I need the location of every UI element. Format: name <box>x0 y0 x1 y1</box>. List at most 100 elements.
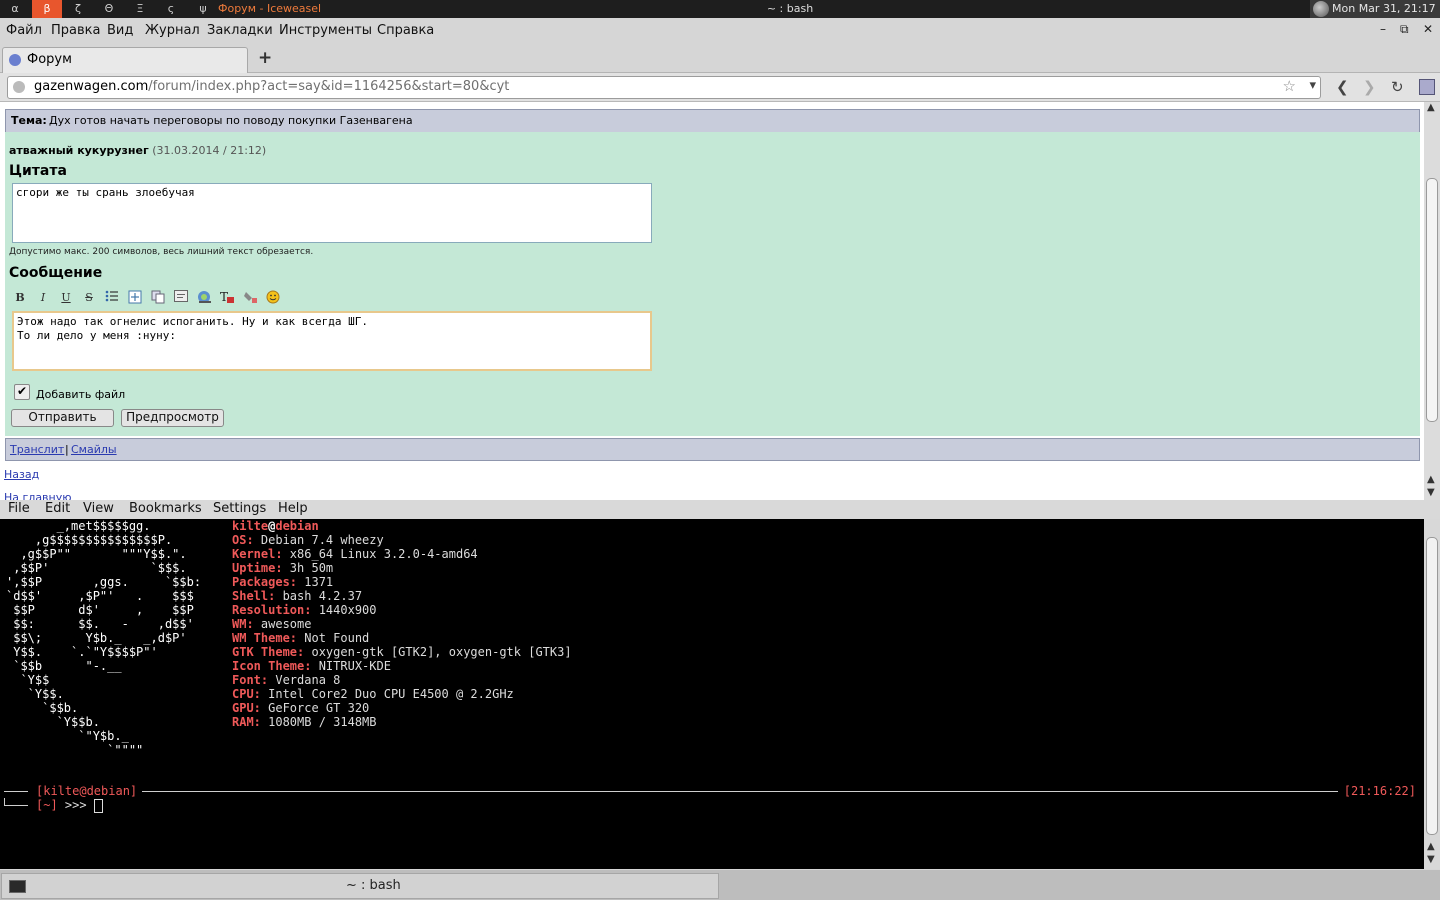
konsole-menu-settings[interactable]: Settings <box>213 501 266 516</box>
info-row: Shell: bash 4.2.37 <box>232 589 572 603</box>
editor-toolbar: B I U S T <box>12 290 292 306</box>
page-content: Тема: Дух готов начать переговоры по пов… <box>0 102 1424 500</box>
quote-textarea[interactable]: сгори же ты срань злоебучая <box>12 183 652 243</box>
italic-button[interactable]: I <box>35 290 51 306</box>
menu-tools[interactable]: Инструменты <box>279 23 372 38</box>
wm-tag-7[interactable]: ψ <box>188 0 218 18</box>
info-key: Uptime: <box>232 561 283 575</box>
wm-tag-5[interactable]: Ξ <box>125 0 155 18</box>
wm-tag-2[interactable]: β <box>32 0 62 18</box>
url-bar[interactable]: gazenwagen.com/forum/index.php?act=say&i… <box>7 76 1321 99</box>
preview-button[interactable]: Предпросмотр <box>121 409 224 427</box>
info-value: Verdana 8 <box>268 673 341 687</box>
smiley-icon[interactable] <box>265 290 281 306</box>
list-icon[interactable] <box>104 290 120 306</box>
scroll-thumb[interactable] <box>1426 178 1438 422</box>
info-value: oxygen-gtk [GTK2], oxygen-gtk [GTK3] <box>304 645 572 659</box>
info-row: GPU: GeForce GT 320 <box>232 701 572 715</box>
info-key: Icon Theme: <box>232 659 312 673</box>
menu-help[interactable]: Справка <box>377 23 434 38</box>
menu-file[interactable]: Файл <box>6 23 42 38</box>
menu-edit[interactable]: Правка <box>51 23 100 38</box>
link-icon[interactable] <box>196 290 212 306</box>
quote-heading: Цитата <box>9 163 67 179</box>
attach-file-label: Добавить файл <box>36 388 126 401</box>
insert-icon[interactable] <box>127 290 143 306</box>
wm-tag-3[interactable]: ζ <box>63 0 93 18</box>
wm-tag-4[interactable]: Θ <box>94 0 124 18</box>
page-scrollbar[interactable]: ▲ ▲ ▼ <box>1424 102 1440 500</box>
background-color-icon[interactable] <box>242 290 258 306</box>
attach-file-checkbox[interactable]: ✔ <box>14 384 30 400</box>
wm-task-title[interactable]: Форум - Iceweasel <box>218 0 321 18</box>
menu-bookmarks[interactable]: Закладки <box>207 23 273 38</box>
info-row: GTK Theme: oxygen-gtk [GTK2], oxygen-gtk… <box>232 645 572 659</box>
url-dropdown-icon[interactable]: ▾ <box>1309 78 1316 93</box>
forward-icon[interactable]: ❯ <box>1363 78 1376 96</box>
url-host: gazenwagen.com <box>34 79 149 94</box>
back-link[interactable]: Назад <box>4 468 39 481</box>
new-tab-button[interactable]: + <box>258 48 272 68</box>
prompt-rule <box>142 791 1338 792</box>
bold-button[interactable]: B <box>12 290 28 306</box>
close-icon[interactable]: ✕ <box>1423 22 1433 36</box>
konsole-menu-help[interactable]: Help <box>278 501 308 516</box>
terminal-scroll-thumb[interactable] <box>1426 537 1438 835</box>
tab-forum[interactable]: Форум <box>2 47 248 73</box>
menu-view[interactable]: Вид <box>107 23 133 38</box>
back-icon[interactable]: ❮ <box>1336 78 1349 96</box>
strike-button[interactable]: S <box>81 290 97 306</box>
info-value: NITRUX-KDE <box>311 659 391 673</box>
taskbar-label: ~ : bash <box>346 878 401 893</box>
navigation-bar: gazenwagen.com/forum/index.php?act=say&i… <box>0 73 1440 102</box>
info-row: Font: Verdana 8 <box>232 673 572 687</box>
url-text[interactable]: gazenwagen.com/forum/index.php?act=say&i… <box>34 79 509 94</box>
scroll-up-icon[interactable]: ▲ <box>1427 102 1435 113</box>
terminal-scroll-down-icon[interactable]: ▼ <box>1427 854 1435 865</box>
konsole-menu-edit[interactable]: Edit <box>45 501 70 516</box>
taskbar: ~ : bash <box>0 870 1440 900</box>
konsole-menu-file[interactable]: File <box>8 501 30 516</box>
bookmark-star-icon[interactable]: ☆ <box>1283 77 1296 95</box>
scroll-down-icon[interactable]: ▼ <box>1427 487 1435 498</box>
favicon-icon <box>9 54 21 66</box>
reload-icon[interactable]: ↻ <box>1391 78 1404 96</box>
konsole-menu-bookmarks[interactable]: Bookmarks <box>129 501 202 516</box>
konsole-menu-bar: File Edit View Bookmarks Settings Help <box>0 500 1440 519</box>
wm-window-title: ~ : bash <box>766 2 814 15</box>
home-link[interactable]: На главную <box>4 491 72 500</box>
info-row: Kernel: x86_64 Linux 3.2.0-4-amd64 <box>232 547 572 561</box>
underline-button[interactable]: U <box>58 290 74 306</box>
extension-icon[interactable] <box>1419 79 1435 95</box>
terminal[interactable]: _,met$$$$$gg. ,g$$$$$$$$$$$$$$$P. ,g$$P"… <box>0 519 1424 869</box>
taskbar-item-bash[interactable]: ~ : bash <box>1 873 719 899</box>
text-color-icon[interactable]: T <box>219 290 235 306</box>
smiles-link[interactable]: Смайлы <box>71 443 117 456</box>
minimize-icon[interactable]: – <box>1380 22 1386 36</box>
info-value: Debian 7.4 wheezy <box>253 533 384 547</box>
message-textarea[interactable]: Этож надо так огнелис испоганить. Ну и к… <box>12 311 652 371</box>
translit-link[interactable]: Транслит <box>10 443 64 456</box>
konsole-menu-view[interactable]: View <box>83 501 114 516</box>
menu-history[interactable]: Журнал <box>145 23 200 38</box>
terminal-scroll-up-icon[interactable]: ▲ <box>1427 841 1435 852</box>
copy-icon[interactable] <box>150 290 166 306</box>
info-key: GTK Theme: <box>232 645 305 659</box>
browser-menu-bar: Файл Правка Вид Журнал Закладки Инструме… <box>0 19 1440 43</box>
terminal-scrollbar[interactable]: ▲ ▼ <box>1424 519 1440 869</box>
info-key: CPU: <box>232 687 261 701</box>
maximize-icon[interactable]: ⧉ <box>1400 22 1409 37</box>
info-value: 1080MB / 3148MB <box>260 715 377 729</box>
prompt-arrows: >>> <box>57 798 94 812</box>
footer-links-bar: Транслит | Смайлы <box>5 438 1420 461</box>
wm-tag-1[interactable]: α <box>0 0 30 18</box>
site-identity-icon[interactable] <box>13 81 25 93</box>
send-button[interactable]: Отправить <box>11 409 114 427</box>
scroll-up-icon-lower[interactable]: ▲ <box>1427 474 1435 485</box>
wm-clock: Mon Mar 31, 21:17 <box>1332 2 1436 15</box>
wm-top-bar: α β ζ Θ Ξ ς ψ Форум - Iceweasel ~ : bash… <box>0 0 1440 18</box>
code-icon[interactable] <box>173 290 189 306</box>
user-avatar-icon[interactable] <box>1313 1 1329 17</box>
wm-tag-6[interactable]: ς <box>156 0 186 18</box>
prompt-line-1: [kilte@debian] [21:16:22] <box>4 784 1416 798</box>
